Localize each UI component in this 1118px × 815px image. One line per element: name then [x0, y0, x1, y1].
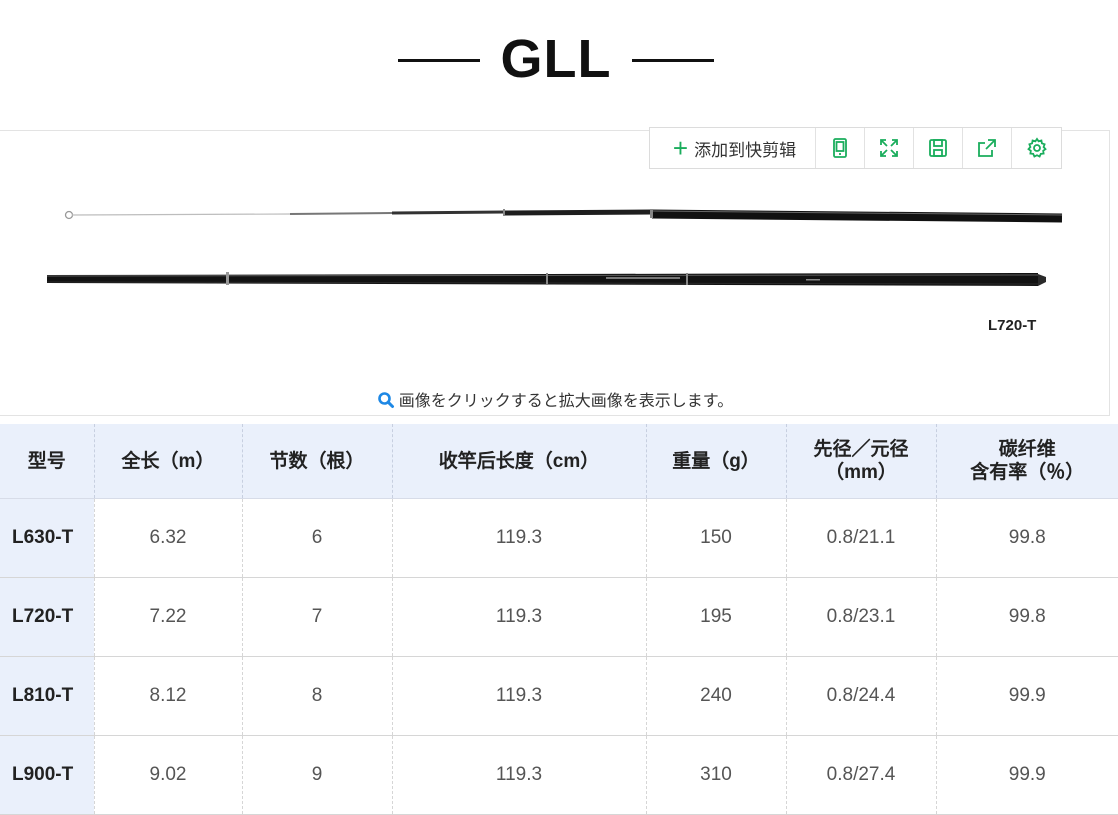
cell-carbon: 99.8 — [936, 577, 1118, 657]
cell-diameter: 0.8/21.1 — [786, 498, 937, 578]
fullscreen-icon — [880, 139, 898, 157]
share-icon — [978, 139, 996, 157]
plus-icon: + — [672, 133, 689, 163]
cell-closed-length: 119.3 — [392, 577, 647, 657]
cell-diameter: 0.8/23.1 — [786, 577, 937, 657]
magnifier-icon — [377, 392, 394, 408]
cell-carbon: 99.9 — [936, 656, 1118, 736]
cell-sections: 9 — [242, 735, 393, 815]
header-sections: 节数（根） — [242, 424, 393, 499]
fishing-rod-image[interactable] — [0, 131, 1110, 417]
save-button[interactable] — [914, 128, 963, 168]
cell-weight: 310 — [646, 735, 787, 815]
settings-button[interactable] — [1012, 128, 1061, 168]
cell-model: L720-T — [0, 577, 95, 657]
cell-sections: 6 — [242, 498, 393, 578]
tablet-view-button[interactable] — [816, 128, 865, 168]
header-closed-length: 收竿后长度（cm） — [392, 424, 647, 499]
cell-weight: 240 — [646, 656, 787, 736]
cell-length: 7.22 — [94, 577, 243, 657]
spec-table: 型号 全长（m） 节数（根） 收竿后长度（cm） 重量（g） 先径／元径 （mm）… — [0, 424, 1118, 815]
cell-closed-length: 119.3 — [392, 498, 647, 578]
zoom-hint-text: 画像をクリックすると拡大画像を表示します。 — [398, 393, 734, 410]
cell-closed-length: 119.3 — [392, 656, 647, 736]
header-carbon: 碳纤维 含有率（％） — [936, 424, 1118, 499]
page-title-area: GLL — [0, 28, 1118, 90]
cell-diameter: 0.8/24.4 — [786, 656, 937, 736]
settings-icon — [1026, 137, 1047, 158]
cell-model: L630-T — [0, 498, 95, 578]
table-row: L810-T 8.12 8 119.3 240 0.8/24.4 99.9 — [0, 656, 1118, 736]
rod-extended — [64, 209, 1063, 223]
cell-sections: 8 — [242, 656, 393, 736]
add-to-clip-label: 添加到快剪辑 — [694, 140, 797, 160]
fullscreen-button[interactable] — [865, 128, 914, 168]
cell-carbon: 99.9 — [936, 735, 1118, 815]
cell-sections: 7 — [242, 577, 393, 657]
header-model: 型号 — [0, 424, 95, 499]
cell-model: L900-T — [0, 735, 95, 815]
product-image-panel[interactable]: + 添加到快剪辑 L720-T 画像をクリックすると拡大画像を表示します。 — [0, 127, 1110, 417]
cell-weight: 195 — [646, 577, 787, 657]
cell-closed-length: 119.3 — [392, 735, 647, 815]
header-weight: 重量（g） — [646, 424, 787, 499]
cell-model: L810-T — [0, 656, 95, 736]
share-button[interactable] — [963, 128, 1012, 168]
table-row: L720-T 7.22 7 119.3 195 0.8/23.1 99.8 — [0, 577, 1118, 657]
cell-carbon: 99.8 — [936, 498, 1118, 578]
cell-length: 6.32 — [94, 498, 243, 578]
title-rule-right — [632, 59, 714, 62]
image-toolbar: + 添加到快剪辑 — [649, 127, 1062, 169]
rod-model-caption: L720-T — [988, 317, 1037, 334]
zoom-hint[interactable]: 画像をクリックすると拡大画像を表示します。 — [0, 387, 1110, 411]
page-title: GLL — [500, 29, 612, 89]
save-icon — [929, 139, 947, 157]
table-row: L900-T 9.02 9 119.3 310 0.8/27.4 99.9 — [0, 735, 1118, 815]
table-header-row: 型号 全长（m） 节数（根） 收竿后长度（cm） 重量（g） 先径／元径 （mm）… — [0, 424, 1118, 499]
cell-weight: 150 — [646, 498, 787, 578]
cell-length: 8.12 — [94, 656, 243, 736]
table-row: L630-T 6.32 6 119.3 150 0.8/21.1 99.8 — [0, 498, 1118, 578]
tablet-icon — [833, 138, 847, 158]
add-to-clip-button[interactable]: + 添加到快剪辑 — [650, 128, 816, 168]
rod-collapsed — [46, 272, 1046, 286]
header-diameter: 先径／元径 （mm） — [786, 424, 937, 499]
cell-diameter: 0.8/27.4 — [786, 735, 937, 815]
header-length: 全长（m） — [94, 424, 243, 499]
cell-length: 9.02 — [94, 735, 243, 815]
